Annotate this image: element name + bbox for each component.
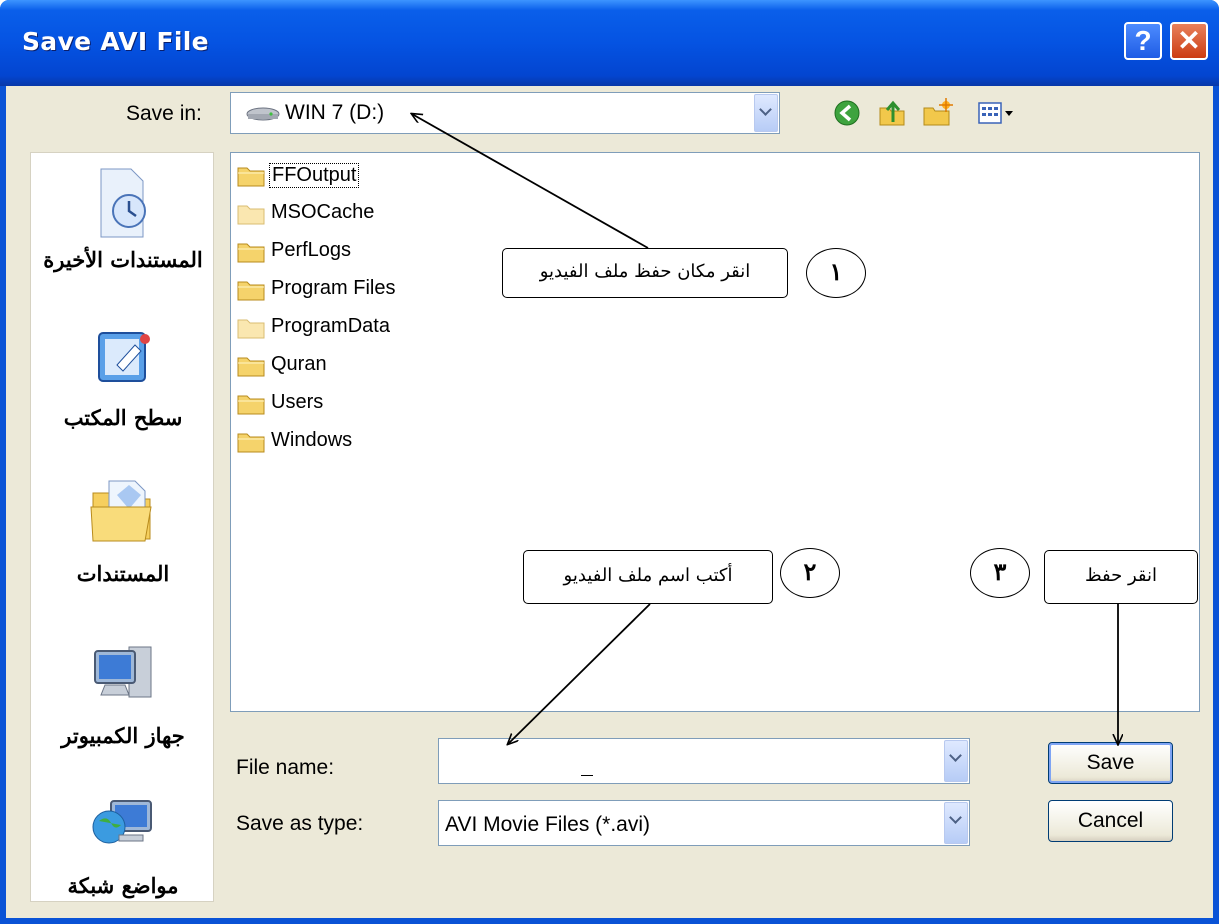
file-name: MSOCache <box>271 201 375 223</box>
place-label-desktop: سطح المكتب <box>63 405 183 430</box>
place-desktop[interactable]: سطح المكتب <box>31 325 215 453</box>
save-in-dropdown-arrow[interactable] <box>754 94 778 132</box>
file-name: FFOutput <box>269 163 360 188</box>
place-label-documents: المستندات <box>76 561 170 586</box>
back-icon[interactable] <box>830 96 864 130</box>
save-as-type-dropdown-arrow[interactable] <box>944 802 968 844</box>
place-label-computer: جهاز الكمبيوتر <box>61 723 185 748</box>
place-my-computer[interactable]: جهاز الكمبيوتر <box>31 639 215 767</box>
file-name: Program Files <box>271 277 396 299</box>
save-as-type-dropdown[interactable]: AVI Movie Files (*.avi) <box>438 800 970 846</box>
text-caret <box>581 775 593 776</box>
file-name-input[interactable] <box>438 738 970 784</box>
file-name: ProgramData <box>271 315 390 337</box>
file-name: Users <box>271 391 324 413</box>
window-title: Save AVI File <box>22 27 209 56</box>
folder-icon <box>237 167 265 187</box>
folder-icon <box>237 357 265 377</box>
place-label-recent: المستندات الأخيرة <box>43 247 203 272</box>
save-in-value: WIN 7 (D:) <box>285 101 385 124</box>
save-button[interactable]: Save <box>1048 742 1173 784</box>
cancel-button[interactable]: Cancel <box>1048 800 1173 842</box>
close-button[interactable]: ✕ <box>1170 22 1208 60</box>
place-network[interactable]: مواضع شبكة <box>31 793 215 903</box>
callout-step1: انقر مكان حفظ ملف الفيديو <box>502 248 788 298</box>
up-folder-icon[interactable] <box>875 96 909 130</box>
place-label-network: مواضع شبكة <box>67 873 179 898</box>
callout-step2: أكتب اسم ملف الفيديو <box>523 550 773 604</box>
title-bar[interactable]: Save AVI File ? ✕ <box>0 0 1219 86</box>
file-name: Windows <box>271 429 353 451</box>
places-bar: المستندات الأخيرة سطح المكتب المستندات ج… <box>30 152 214 902</box>
folder-icon <box>237 205 265 225</box>
my-documents-icon <box>90 480 152 542</box>
help-button[interactable]: ? <box>1124 22 1162 60</box>
save-as-type-label: Save as type: <box>236 812 364 835</box>
file-name-label: File name: <box>236 756 335 779</box>
file-name-dropdown-arrow[interactable] <box>944 740 968 782</box>
file-name: PerfLogs <box>271 239 352 261</box>
save-in-dropdown[interactable]: WIN 7 (D:) <box>230 92 780 134</box>
view-menu-icon[interactable] <box>975 96 1025 130</box>
network-places-icon <box>92 800 152 844</box>
new-folder-icon[interactable] <box>920 96 954 130</box>
save-dialog-window: Save AVI File ? ✕ Save in: WIN 7 (D:) ال… <box>0 0 1219 924</box>
callout-step3: انقر حفظ <box>1044 550 1198 604</box>
save-in-label: Save in: <box>126 102 202 125</box>
place-recent-documents[interactable]: المستندات الأخيرة <box>31 163 215 291</box>
folder-icon <box>237 243 265 263</box>
recent-documents-icon <box>100 168 146 238</box>
drive-icon <box>246 107 280 121</box>
my-computer-icon <box>94 646 152 698</box>
save-as-type-value: AVI Movie Files (*.avi) <box>445 813 650 836</box>
folder-icon <box>237 433 265 453</box>
file-list[interactable]: FFOutput MSOCache PerfLogs Program Files… <box>230 152 1200 712</box>
place-my-documents[interactable]: المستندات <box>31 473 215 601</box>
step3-number: ٣ <box>970 548 1030 598</box>
step1-number: ١ <box>806 248 866 298</box>
folder-icon <box>237 319 265 339</box>
desktop-icon <box>98 332 150 382</box>
folder-icon <box>237 395 265 415</box>
folder-icon <box>237 281 265 301</box>
file-name: Quran <box>271 353 327 375</box>
step2-number: ٢ <box>780 548 840 598</box>
